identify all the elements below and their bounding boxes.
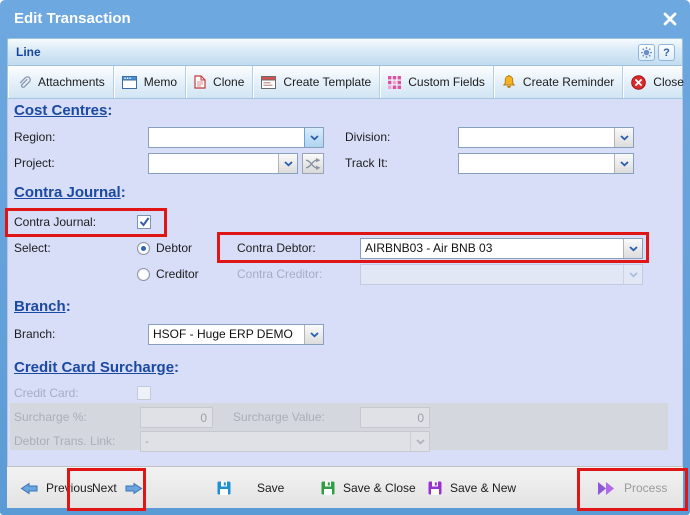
contra-creditor-dropdown: [360, 264, 643, 285]
debtor-trans-link-label: Debtor Trans. Link:: [14, 434, 116, 448]
create-template-icon: [261, 75, 277, 89]
help-question-icon: ?: [663, 46, 670, 59]
group-title: Line: [16, 45, 41, 59]
surcharge-value-label: Surcharge Value:: [233, 410, 325, 424]
create-template-button[interactable]: Create Template: [253, 66, 381, 98]
creditor-radio-label: Creditor: [156, 267, 199, 281]
region-dropdown[interactable]: [148, 127, 324, 148]
division-dropdown[interactable]: [458, 127, 634, 148]
dialog-title: Edit Transaction: [14, 10, 131, 27]
close-label: Close: [653, 75, 684, 89]
project-dropdown[interactable]: [148, 153, 298, 174]
close-x-glyph: [663, 12, 677, 26]
checkmark-icon: [139, 217, 149, 227]
save-and-close-label: Save & Close: [343, 481, 416, 495]
save-new-floppy-purple-icon: [428, 481, 442, 495]
contra-debtor-dropdown[interactable]: AIRBNB03 - Air BNB 03: [360, 238, 643, 259]
custom-fields-label: Custom Fields: [408, 75, 485, 89]
save-and-new-label: Save & New: [450, 481, 517, 495]
contra-journal-checkbox[interactable]: [137, 215, 151, 229]
save-button[interactable]: Save: [217, 467, 284, 509]
clone-icon: [194, 75, 206, 89]
debtor-radio[interactable]: [137, 242, 150, 255]
division-label: Division:: [345, 130, 391, 144]
attachments-paperclip-icon: [19, 75, 31, 88]
dialog-titlebar: Edit Transaction: [0, 0, 690, 38]
chevron-down-icon: [278, 154, 297, 173]
contra-journal-label: Contra Journal:: [14, 215, 97, 229]
attachments-label: Attachments: [38, 75, 105, 89]
save-and-close-button[interactable]: Save & Close: [321, 467, 416, 509]
dialog-toolbar: Attachments Memo Clone Create Template C…: [7, 66, 684, 99]
next-arrow-icon: [125, 482, 143, 494]
next-button[interactable]: Next: [92, 467, 143, 509]
reminder-bell-icon: [502, 74, 516, 88]
process-label: Process: [624, 481, 668, 495]
custom-fields-icon: [388, 75, 402, 89]
close-red-circle-icon: [631, 74, 647, 90]
save-label: Save: [257, 481, 285, 495]
cost-centres-heading: Cost Centres:: [14, 102, 113, 119]
close-button[interactable]: Close: [623, 66, 690, 98]
help-button[interactable]: ?: [658, 44, 675, 61]
chevron-down-icon: [614, 154, 633, 173]
surcharge-value-input: [360, 407, 430, 428]
previous-button[interactable]: Previous: [20, 467, 93, 509]
creditor-radio[interactable]: [137, 268, 150, 281]
line-group-header: Line ?: [7, 38, 683, 66]
dialog-footer: Previous Next Save Save & Close Save & N…: [7, 466, 683, 508]
create-reminder-button[interactable]: Create Reminder: [494, 66, 624, 98]
chevron-down-icon: [623, 239, 642, 258]
shuffle-icon: [305, 157, 321, 170]
radio-dot: [141, 246, 146, 251]
process-double-chevron-icon: [598, 481, 614, 495]
attachments-button[interactable]: Attachments: [8, 66, 114, 98]
gear-icon: [641, 47, 652, 58]
surcharge-pct-input: [140, 407, 213, 428]
previous-label: Previous: [46, 481, 93, 495]
credit-card-checkbox: [137, 386, 151, 400]
create-reminder-label: Create Reminder: [522, 75, 615, 89]
edit-transaction-dialog: Edit Transaction Line ? Attachments Memo…: [0, 0, 690, 515]
track-it-label: Track It:: [345, 156, 388, 170]
chevron-down-icon: [304, 128, 323, 147]
debtor-radio-label: Debtor: [156, 241, 193, 255]
custom-fields-button[interactable]: Custom Fields: [380, 66, 494, 98]
branch-label: Branch:: [14, 327, 56, 341]
memo-label: Memo: [143, 75, 178, 89]
contra-debtor-label: Contra Debtor:: [237, 241, 316, 255]
save-close-floppy-green-icon: [321, 481, 335, 495]
track-it-dropdown[interactable]: [458, 153, 634, 174]
memo-icon: [121, 75, 137, 89]
clone-button[interactable]: Clone: [186, 66, 254, 98]
project-allocate-button[interactable]: [302, 153, 324, 174]
region-label: Region:: [14, 130, 56, 144]
settings-gear-button[interactable]: [638, 44, 655, 61]
create-template-label: Create Template: [283, 75, 372, 89]
save-and-new-button[interactable]: Save & New: [428, 467, 516, 509]
process-button: Process: [597, 467, 667, 509]
clone-label: Clone: [213, 75, 245, 89]
save-floppy-blue-icon: [217, 481, 231, 495]
select-label: Select:: [14, 241, 51, 255]
project-label: Project:: [14, 156, 55, 170]
chevron-down-icon: [304, 325, 323, 344]
chevron-down-icon: [410, 432, 429, 451]
branch-heading: Branch:: [14, 298, 71, 315]
previous-arrow-icon: [20, 482, 38, 494]
chevron-down-icon: [614, 128, 633, 147]
chevron-down-icon: [623, 265, 642, 284]
credit-card-label: Credit Card:: [14, 386, 79, 400]
branch-dropdown[interactable]: HSOF - Huge ERP DEMO: [148, 324, 324, 345]
surcharge-pct-label: Surcharge %:: [14, 410, 87, 424]
window-close-icon[interactable]: [662, 11, 678, 27]
next-label: Next: [92, 481, 117, 495]
contra-journal-heading: Contra Journal:: [14, 184, 126, 201]
contra-creditor-label: Contra Creditor:: [237, 267, 323, 281]
memo-button[interactable]: Memo: [114, 66, 187, 98]
credit-card-surcharge-heading: Credit Card Surcharge:: [14, 359, 180, 376]
debtor-trans-link-dropdown: -: [140, 431, 430, 452]
